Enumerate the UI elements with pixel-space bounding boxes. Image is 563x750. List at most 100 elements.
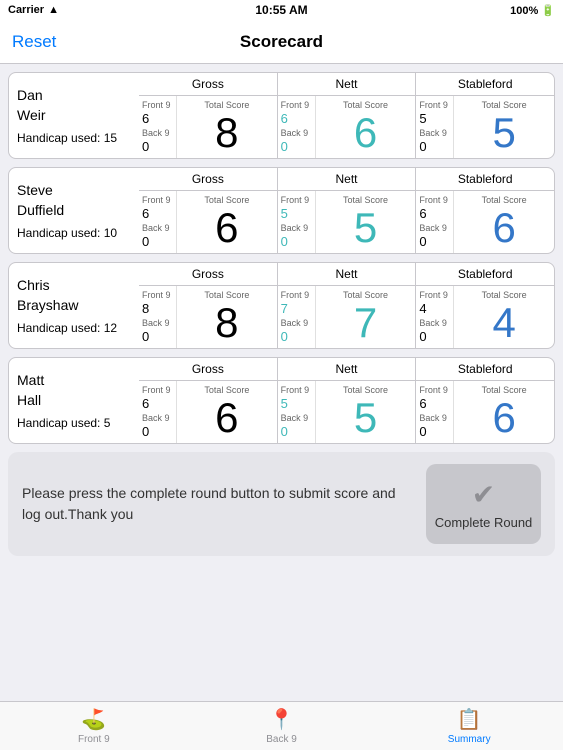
player-handicap-3: Handicap used: 5 [17,416,131,430]
stableford-back9-val-3: 0 [419,424,450,439]
gross-front9-val-1: 6 [142,206,173,221]
stableford-front9-val-3: 6 [419,396,450,411]
nett-back9-label-0: Back 9 [281,128,312,139]
stableford-total-val-0: 5 [493,112,516,154]
nett-section-0: Front 9 6 Back 9 0 Total Score 6 [277,96,416,158]
stableford-back9-label-2: Back 9 [419,318,450,329]
gross-col-left-1: Front 9 6 Back 9 0 [139,191,177,253]
gross-total-col-3: Total Score 6 [177,381,277,443]
stableford-total-col-0: Total Score 5 [454,96,554,158]
stableford-front9-label-3: Front 9 [419,385,450,396]
player-name-0: DanWeir [17,86,131,125]
score-sections-3: Gross Nett Stableford Front 9 6 Back 9 0 [139,358,554,443]
stableford-front9-label-1: Front 9 [419,195,450,206]
nett-back9-val-1: 0 [281,234,312,249]
nav-bar: Reset Scorecard [0,20,563,64]
stableford-back9-val-2: 0 [419,329,450,344]
tab-back9-icon: 📍 [269,707,294,732]
nett-back9-val-3: 0 [281,424,312,439]
status-bar: Carrier ▲ 10:55 AM 100% 🔋 [0,0,563,20]
nett-total-val-2: 7 [354,302,377,344]
nett-total-col-3: Total Score 5 [316,381,416,443]
player-handicap-1: Handicap used: 10 [17,226,131,240]
stableford-back9-label-1: Back 9 [419,223,450,234]
tab-summary[interactable]: 📋 Summary [375,702,563,750]
tab-front9[interactable]: ⛳ Front 9 [0,702,188,750]
player-card-2: ChrisBrayshaw Handicap used: 12 Gross Ne… [8,262,555,349]
tab-front9-icon: ⛳ [81,707,106,732]
nett-header-1: Nett [277,168,416,190]
gross-total-col-0: Total Score 8 [177,96,277,158]
gross-front9-label-3: Front 9 [142,385,173,396]
nett-total-col-1: Total Score 5 [316,191,416,253]
battery-icon: 🔋 [541,5,555,17]
player-handicap-2: Handicap used: 12 [17,321,131,335]
nett-header-2: Nett [277,263,416,285]
gross-back9-label-1: Back 9 [142,223,173,234]
nett-back9-label-3: Back 9 [281,413,312,424]
section-body-row-1: Front 9 6 Back 9 0 Total Score 6 [139,191,554,253]
stableford-header-1: Stableford [415,168,554,190]
reset-button[interactable]: Reset [12,32,56,52]
nett-back9-label-1: Back 9 [281,223,312,234]
section-header-row-1: Gross Nett Stableford [139,168,554,191]
tab-bar: ⛳ Front 9 📍 Back 9 📋 Summary [0,701,563,750]
tab-front9-label: Front 9 [78,734,110,745]
player-info-3: MattHall Handicap used: 5 [9,358,139,443]
stableford-back9-val-0: 0 [419,139,450,154]
nett-header-3: Nett [277,358,416,380]
gross-header-1: Gross [139,168,277,190]
stableford-total-col-3: Total Score 6 [454,381,554,443]
gross-section-1: Front 9 6 Back 9 0 Total Score 6 [139,191,277,253]
stableford-header-0: Stableford [415,73,554,95]
nav-title: Scorecard [240,32,323,52]
stableford-section-1: Front 9 6 Back 9 0 Total Score 6 [415,191,554,253]
gross-section-3: Front 9 6 Back 9 0 Total Score 6 [139,381,277,443]
gross-back9-val-0: 0 [142,139,173,154]
gross-front9-label-2: Front 9 [142,290,173,301]
stableford-section-2: Front 9 4 Back 9 0 Total Score 4 [415,286,554,348]
nett-front9-label-1: Front 9 [281,195,312,206]
checkmark-icon: ✔ [472,478,495,511]
nett-total-val-1: 5 [354,207,377,249]
player-name-3: MattHall [17,371,131,410]
tab-back9[interactable]: 📍 Back 9 [188,702,376,750]
gross-header-0: Gross [139,73,277,95]
nett-section-3: Front 9 5 Back 9 0 Total Score 5 [277,381,416,443]
status-right: 100% 🔋 [510,4,555,17]
stableford-total-val-1: 6 [493,207,516,249]
stableford-front9-label-2: Front 9 [419,290,450,301]
nett-back9-val-0: 0 [281,139,312,154]
tab-back9-label: Back 9 [266,734,297,745]
section-header-row-2: Gross Nett Stableford [139,263,554,286]
nett-front9-label-0: Front 9 [281,100,312,111]
stableford-section-0: Front 9 5 Back 9 0 Total Score 5 [415,96,554,158]
gross-total-val-1: 6 [215,207,238,249]
gross-total-val-2: 8 [215,302,238,344]
player-name-2: ChrisBrayshaw [17,276,131,315]
gross-back9-label-0: Back 9 [142,128,173,139]
gross-back9-val-1: 0 [142,234,173,249]
nett-section-2: Front 9 7 Back 9 0 Total Score 7 [277,286,416,348]
complete-round-label: Complete Round [435,515,533,530]
section-header-row-3: Gross Nett Stableford [139,358,554,381]
carrier-text: Carrier [8,4,44,16]
section-header-row-0: Gross Nett Stableford [139,73,554,96]
status-time: 10:55 AM [255,3,307,17]
nett-front9-val-2: 7 [281,301,312,316]
gross-total-val-3: 6 [215,397,238,439]
gross-front9-label-0: Front 9 [142,100,173,111]
stableford-front9-val-0: 5 [419,111,450,126]
bottom-message: Please press the complete round button t… [22,483,414,525]
gross-back9-val-3: 0 [142,424,173,439]
gross-front9-val-2: 8 [142,301,173,316]
nett-front9-label-2: Front 9 [281,290,312,301]
complete-round-button[interactable]: ✔ Complete Round [426,464,541,544]
stableford-total-val-2: 4 [493,302,516,344]
tab-summary-icon: 📋 [457,707,482,732]
player-handicap-0: Handicap used: 15 [17,131,131,145]
battery-text: 100% [510,5,538,17]
stableford-col-left-0: Front 9 5 Back 9 0 [416,96,454,158]
stableford-header-2: Stableford [415,263,554,285]
stableford-header-3: Stableford [415,358,554,380]
